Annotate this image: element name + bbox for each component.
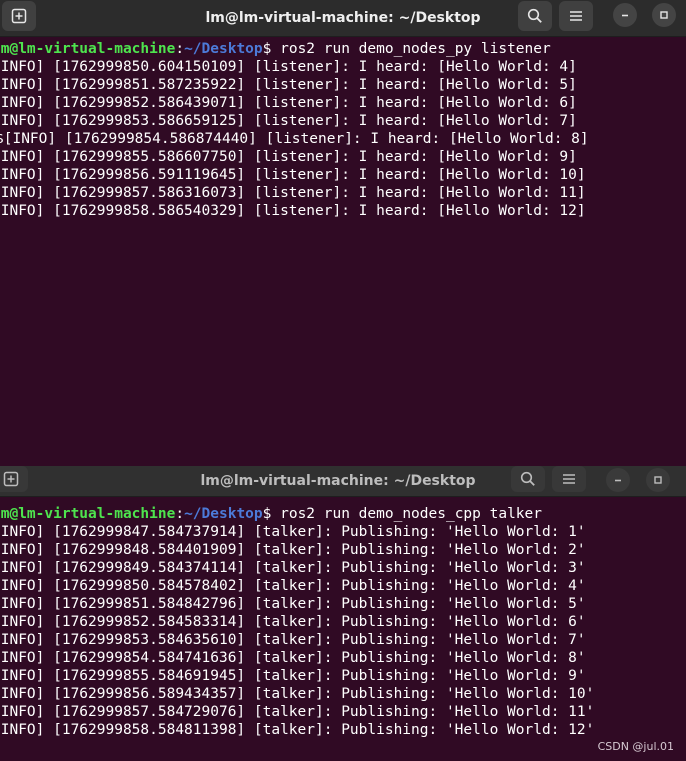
log-line: [INFO] [1762999856.589434357] [talker]: … <box>0 686 595 702</box>
menu-button[interactable] <box>552 466 586 492</box>
log-line: [INFO] [1762999853.584635610] [talker]: … <box>0 632 586 648</box>
minimize-button[interactable] <box>613 3 637 27</box>
prompt-line: lm@lm-virtual-machine:~/Desktop$ ros2 ru… <box>0 40 551 58</box>
maximize-icon <box>660 11 668 19</box>
talker-terminal-window: lm@lm-virtual-machine: ~/Desktop lm@lm-v… <box>0 466 686 761</box>
watermark: CSDN @jul.01 <box>597 740 674 753</box>
maximize-button[interactable] <box>646 468 670 492</box>
prompt-command: ros2 run demo_nodes_py listener <box>280 41 551 57</box>
log-line: [INFO] [1762999855.584691945] [talker]: … <box>0 668 586 684</box>
log-line: [INFO] [1762999852.584583314] [talker]: … <box>0 614 586 630</box>
log-line: [INFO] [1762999857.586316073] [listener]… <box>0 185 586 201</box>
search-icon <box>520 471 535 486</box>
hamburger-menu-icon <box>563 474 575 484</box>
prompt-command: ros2 run demo_nodes_cpp talker <box>280 506 543 522</box>
search-icon <box>527 8 542 23</box>
log-line: [INFO] [1762999855.586607750] [listener]… <box>0 149 577 165</box>
log-line: [INFO] [1762999851.587235922] [listener]… <box>0 77 577 93</box>
listener-terminal-window: lm@lm-virtual-machine: ~/Desktop lm@lm-v… <box>0 0 686 470</box>
search-button[interactable] <box>518 1 552 31</box>
titlebar: lm@lm-virtual-machine: ~/Desktop <box>0 0 686 37</box>
search-button[interactable] <box>511 466 545 492</box>
log-line: [INFO] [1762999849.584374114] [talker]: … <box>0 560 586 576</box>
log-line: [INFO] [1762999858.584811398] [talker]: … <box>0 722 595 738</box>
log-line: [INFO] [1762999856.591119645] [listener]… <box>0 167 586 183</box>
log-line: [INFO] [1762999857.584729076] [talker]: … <box>0 704 595 720</box>
prompt-user-host: lm@lm-virtual-machine <box>0 41 176 57</box>
prompt-path: ~/Desktop <box>184 41 263 57</box>
prompt-path: ~/Desktop <box>184 506 263 522</box>
menu-button[interactable] <box>559 1 593 31</box>
log-line: [INFO] [1762999847.584737914] [talker]: … <box>0 524 586 540</box>
log-line: [INFO] [1762999850.584578402] [talker]: … <box>0 578 586 594</box>
log-line: [INFO] [1762999854.584741636] [talker]: … <box>0 650 586 666</box>
terminal-output[interactable]: lm@lm-virtual-machine:~/Desktop$ ros2 ru… <box>0 37 686 470</box>
log-line: [INFO] [1762999851.584842796] [talker]: … <box>0 596 586 612</box>
log-line: [INFO] [1762999858.586540329] [listener]… <box>0 203 586 219</box>
log-line: $[INFO] [1762999854.586874440] [listener… <box>0 131 589 147</box>
log-line: [INFO] [1762999852.586439071] [listener]… <box>0 95 577 111</box>
log-line: [INFO] [1762999853.586659125] [listener]… <box>0 113 577 129</box>
maximize-icon <box>654 476 662 484</box>
prompt-user-host: lm@lm-virtual-machine <box>0 506 176 522</box>
maximize-button[interactable] <box>652 3 676 27</box>
hamburger-menu-icon <box>570 11 582 21</box>
minimize-icon <box>615 479 621 482</box>
log-line: [INFO] [1762999850.604150109] [listener]… <box>0 59 577 75</box>
terminal-output[interactable]: lm@lm-virtual-machine:~/Desktop$ ros2 ru… <box>0 497 686 761</box>
log-line: [INFO] [1762999848.584401909] [talker]: … <box>0 542 586 558</box>
prompt-line: lm@lm-virtual-machine:~/Desktop$ ros2 ru… <box>0 505 542 523</box>
titlebar: lm@lm-virtual-machine: ~/Desktop <box>0 466 686 497</box>
minimize-icon <box>622 14 628 17</box>
minimize-button[interactable] <box>606 468 630 492</box>
